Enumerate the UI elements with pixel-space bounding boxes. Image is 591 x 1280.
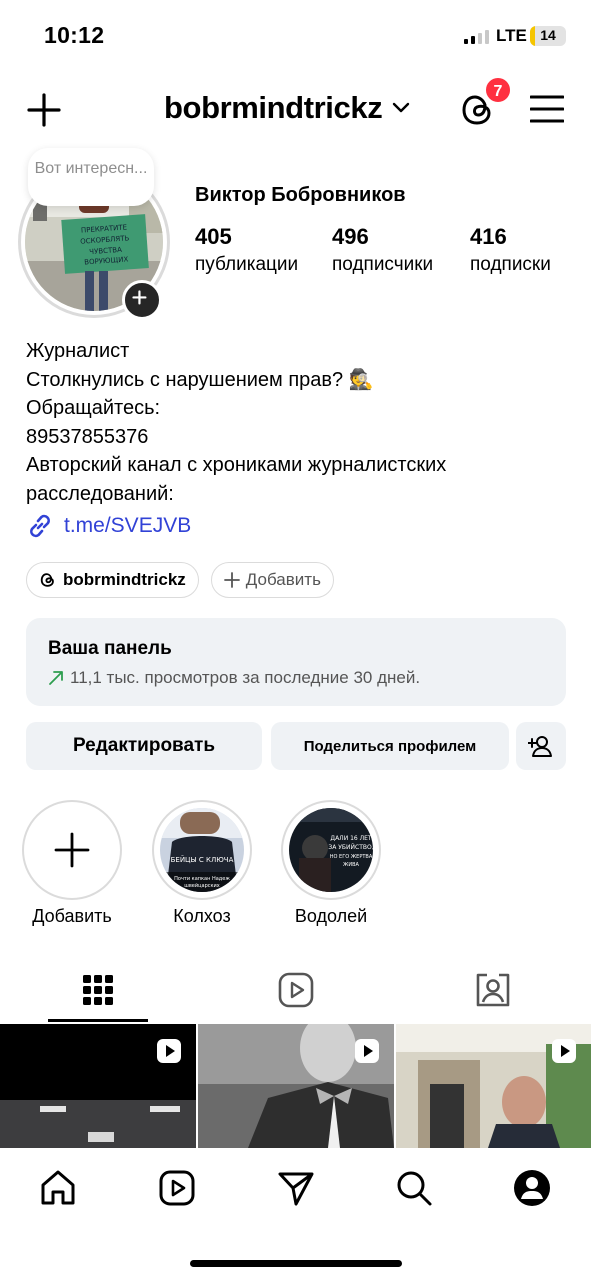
- trend-up-icon: [49, 671, 63, 685]
- stat-value: 416: [470, 224, 507, 249]
- share-profile-button[interactable]: Поделиться профилем: [271, 722, 509, 770]
- grid-post[interactable]: [198, 1024, 394, 1148]
- dashboard-subtitle: 11,1 тыс. просмотров за последние 30 дне…: [48, 668, 544, 688]
- story-highlights: Добавить БЕЙЦЫ С КЛЮЧА Почти капкан Наде…: [0, 800, 591, 940]
- reel-icon: [552, 1039, 576, 1063]
- tab-tagged[interactable]: [443, 960, 543, 1020]
- bio: Журналист Столкнулись с нарушением прав?…: [26, 337, 446, 508]
- profile-note[interactable]: Вот интересн...: [28, 148, 154, 206]
- reels-icon[interactable]: [157, 1168, 197, 1208]
- stat-label: подписчики: [332, 254, 434, 275]
- threads-chip[interactable]: bobrmindtrickz: [26, 562, 199, 598]
- active-tab-indicator: [48, 1019, 148, 1022]
- bio-line: Авторский канал с хрониками журналистски…: [26, 454, 447, 476]
- stat-posts[interactable]: 405 публикации: [195, 224, 298, 276]
- edit-profile-button[interactable]: Редактировать: [26, 722, 262, 770]
- svg-text:ЖИВА: ЖИВА: [343, 862, 360, 868]
- account-switcher[interactable]: bobrmindtrickz: [164, 90, 410, 126]
- highlight-label: Водолей: [294, 906, 368, 926]
- tab-reels[interactable]: [246, 960, 346, 1020]
- highlight-label: Колхоз: [173, 906, 231, 926]
- highlight-ring: ДАЛИ 16 ЛЕТ ЗА УБИЙСТВО, НО ЕГО ЖЕРТВА Ж…: [281, 800, 381, 900]
- profile-chips: bobrmindtrickz Добавить: [26, 562, 334, 598]
- bio-line: Журналист: [26, 340, 130, 362]
- network-type: LTE: [496, 26, 527, 45]
- username: bobrmindtrickz: [164, 90, 383, 125]
- stat-label: подписки: [470, 254, 551, 275]
- tab-posts[interactable]: [48, 960, 148, 1020]
- stat-value: 496: [332, 224, 369, 249]
- plus-icon: [54, 832, 90, 868]
- stat-followers[interactable]: 496 подписчики: [332, 224, 433, 276]
- add-chip-label: Добавить: [245, 570, 321, 589]
- professional-dashboard[interactable]: Ваша панель 11,1 тыс. просмотров за посл…: [26, 618, 566, 706]
- plus-icon: [223, 572, 240, 588]
- bio-line: расследований:: [26, 482, 174, 505]
- stat-value: 405: [195, 224, 232, 249]
- grid-post[interactable]: [396, 1024, 591, 1148]
- svg-text:ДАЛИ 16 ЛЕТ: ДАЛИ 16 ЛЕТ: [330, 835, 372, 842]
- highlight-new[interactable]: Добавить: [22, 800, 122, 927]
- tagged-icon: [476, 973, 510, 1007]
- bio-link-text: t.me/SVEJVB: [64, 514, 192, 537]
- notification-badge: 7: [484, 76, 512, 104]
- dashboard-views: 11,1 тыс. просмотров за последние 30 дне…: [70, 668, 421, 687]
- highlight-ring: [22, 800, 122, 900]
- home-icon[interactable]: [38, 1168, 78, 1208]
- highlight-vodoley[interactable]: ДАЛИ 16 ЛЕТ ЗА УБИЙСТВО, НО ЕГО ЖЕРТВА Ж…: [281, 800, 381, 927]
- highlight-label: Добавить: [32, 906, 112, 926]
- bio-line: Столкнулись с нарушением прав? 🕵️: [26, 368, 374, 391]
- stat-label: публикации: [195, 254, 299, 275]
- reel-icon: [157, 1039, 181, 1063]
- direct-icon[interactable]: [276, 1168, 316, 1208]
- status-time: 10:12: [44, 22, 105, 48]
- add-chip[interactable]: Добавить: [210, 562, 334, 598]
- profile-icon[interactable]: [512, 1168, 552, 1208]
- add-story-icon[interactable]: [122, 280, 162, 320]
- svg-text:Почти капкан Надеж: Почти капкан Надеж: [174, 876, 230, 882]
- highlight-cover: БЕЙЦЫ С КЛЮЧА Почти капкан Надеж швейцар…: [160, 808, 244, 892]
- highlight-cover-image: БЕЙЦЫ С КЛЮЧА Почти капкан Надеж швейцар…: [160, 808, 244, 892]
- discover-people-button[interactable]: [516, 722, 566, 770]
- stat-following[interactable]: 416 подписки: [470, 224, 551, 276]
- chevron-down-icon: [393, 102, 410, 113]
- svg-text:БЕЙЦЫ С КЛЮЧА: БЕЙЦЫ С КЛЮЧА: [171, 855, 234, 864]
- battery-icon: 14: [530, 26, 566, 46]
- menu-icon[interactable]: [530, 94, 564, 124]
- status-bar: 10:12 LTE 14: [0, 0, 591, 70]
- bio-line: Обращайтесь:: [26, 397, 161, 419]
- full-name: Виктор Бобровников: [195, 184, 406, 206]
- search-icon[interactable]: [394, 1168, 434, 1208]
- grid-icon: [83, 975, 113, 1005]
- link-icon: [30, 514, 50, 538]
- svg-text:ЗА УБИЙСТВО,: ЗА УБИЙСТВО,: [328, 844, 373, 851]
- add-user-icon: [528, 736, 552, 757]
- highlight-ring: БЕЙЦЫ С КЛЮЧА Почти капкан Надеж швейцар…: [152, 800, 252, 900]
- content-tabs: [0, 960, 591, 1022]
- reel-icon: [355, 1039, 379, 1063]
- svg-text:НО ЕГО ЖЕРТВА: НО ЕГО ЖЕРТВА: [330, 854, 373, 860]
- dashboard-title: Ваша панель: [48, 638, 172, 659]
- reels-icon: [278, 972, 314, 1008]
- highlight-kolkhoz[interactable]: БЕЙЦЫ С КЛЮЧА Почти капкан Надеж швейцар…: [152, 800, 252, 927]
- posts-grid: [0, 1024, 591, 1148]
- plus-icon[interactable]: [26, 92, 62, 128]
- grid-post[interactable]: [0, 1024, 196, 1148]
- svg-text:швейцарских: швейцарских: [184, 882, 220, 889]
- highlight-cover-image: ДАЛИ 16 ЛЕТ ЗА УБИЙСТВО, НО ЕГО ЖЕРТВА Ж…: [289, 808, 373, 892]
- signal-icon: [464, 30, 489, 44]
- bio-link[interactable]: t.me/SVEJVB: [26, 512, 191, 540]
- highlight-cover: ДАЛИ 16 ЛЕТ ЗА УБИЙСТВО, НО ЕГО ЖЕРТВА Ж…: [289, 808, 373, 892]
- home-indicator: [190, 1260, 402, 1267]
- threads-chip-label: bobrmindtrickz: [63, 570, 186, 589]
- battery-level: 14: [540, 27, 556, 43]
- threads-icon: [40, 573, 54, 587]
- bio-phone: 89537855376: [26, 425, 149, 448]
